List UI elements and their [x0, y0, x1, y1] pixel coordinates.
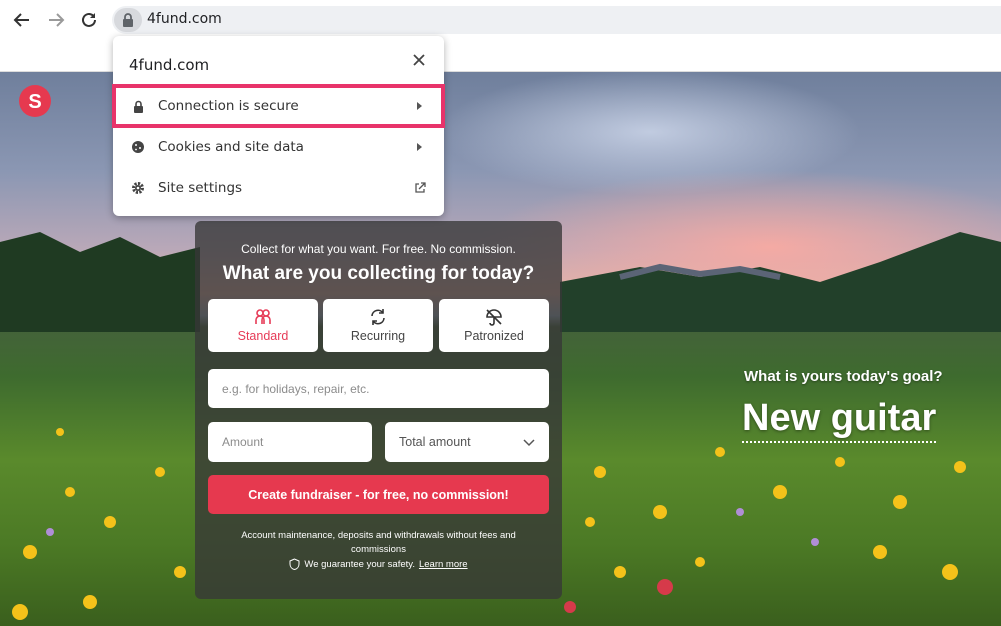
- site-settings-label: Site settings: [158, 180, 243, 196]
- arrow-right-icon: [417, 143, 422, 151]
- goal-question: What is yours today's goal?: [744, 368, 943, 385]
- site-info-popup: 4fund.com Connection is secure Cookies a…: [112, 36, 445, 216]
- cookie-icon: [130, 139, 146, 155]
- external-link-icon: [415, 182, 426, 193]
- connection-secure-label: Connection is secure: [158, 98, 299, 114]
- address-bar[interactable]: [112, 6, 1001, 34]
- goal-value[interactable]: New guitar: [742, 395, 937, 443]
- gear-icon: [130, 180, 146, 196]
- type-standard-button[interactable]: Standard: [208, 299, 318, 352]
- type-recurring-label: Recurring: [350, 329, 406, 343]
- umbrella-icon: [486, 309, 502, 326]
- fundraiser-form-card: Collect for what you want. For free. No …: [195, 221, 562, 599]
- url-text[interactable]: 4fund.com: [147, 11, 222, 27]
- recurring-icon: [371, 309, 385, 325]
- form-title: What are you collecting for today?: [222, 263, 535, 284]
- site-settings-row[interactable]: Site settings: [113, 167, 444, 209]
- learn-more-link[interactable]: Learn more: [419, 559, 468, 570]
- type-patronized-label: Patronized: [464, 329, 524, 343]
- back-arrow-icon[interactable]: [11, 9, 33, 31]
- safety-text: We guarantee your safety.: [304, 558, 415, 570]
- cookies-site-data-label: Cookies and site data: [158, 139, 304, 155]
- shield-icon: [289, 558, 300, 570]
- arrow-right-icon: [417, 102, 422, 110]
- cookies-site-data-row[interactable]: Cookies and site data: [113, 126, 444, 168]
- safety-notice: We guarantee your safety. Learn more: [195, 558, 562, 570]
- forward-arrow-icon[interactable]: [45, 9, 67, 31]
- reload-icon[interactable]: [78, 9, 100, 31]
- chevron-down-icon: [523, 439, 535, 447]
- amount-type-select[interactable]: Total amount: [385, 422, 549, 462]
- close-icon[interactable]: [411, 54, 427, 70]
- amount-type-value: Total amount: [399, 435, 471, 449]
- people-icon: [255, 309, 271, 324]
- create-fundraiser-button[interactable]: Create fundraiser - for free, no commiss…: [208, 475, 549, 514]
- svg-text:S: S: [28, 91, 41, 113]
- popup-title: 4fund.com: [129, 56, 210, 74]
- type-standard-label: Standard: [237, 329, 289, 343]
- fees-notice: Account maintenance, deposits and withdr…: [241, 530, 516, 555]
- type-recurring-button[interactable]: Recurring: [323, 299, 433, 352]
- form-subtitle: Collect for what you want. For free. No …: [241, 242, 516, 256]
- type-patronized-button[interactable]: Patronized: [439, 299, 549, 352]
- lock-icon[interactable]: [114, 8, 142, 32]
- browser-toolbar: 4fund.com: [0, 0, 1001, 40]
- connection-secure-row[interactable]: Connection is secure: [112, 84, 445, 128]
- purpose-input[interactable]: e.g. for holidays, repair, etc.: [208, 369, 549, 408]
- amount-input[interactable]: Amount: [208, 422, 372, 462]
- lock-icon: [130, 98, 146, 114]
- brand-logo-icon[interactable]: S: [14, 84, 56, 118]
